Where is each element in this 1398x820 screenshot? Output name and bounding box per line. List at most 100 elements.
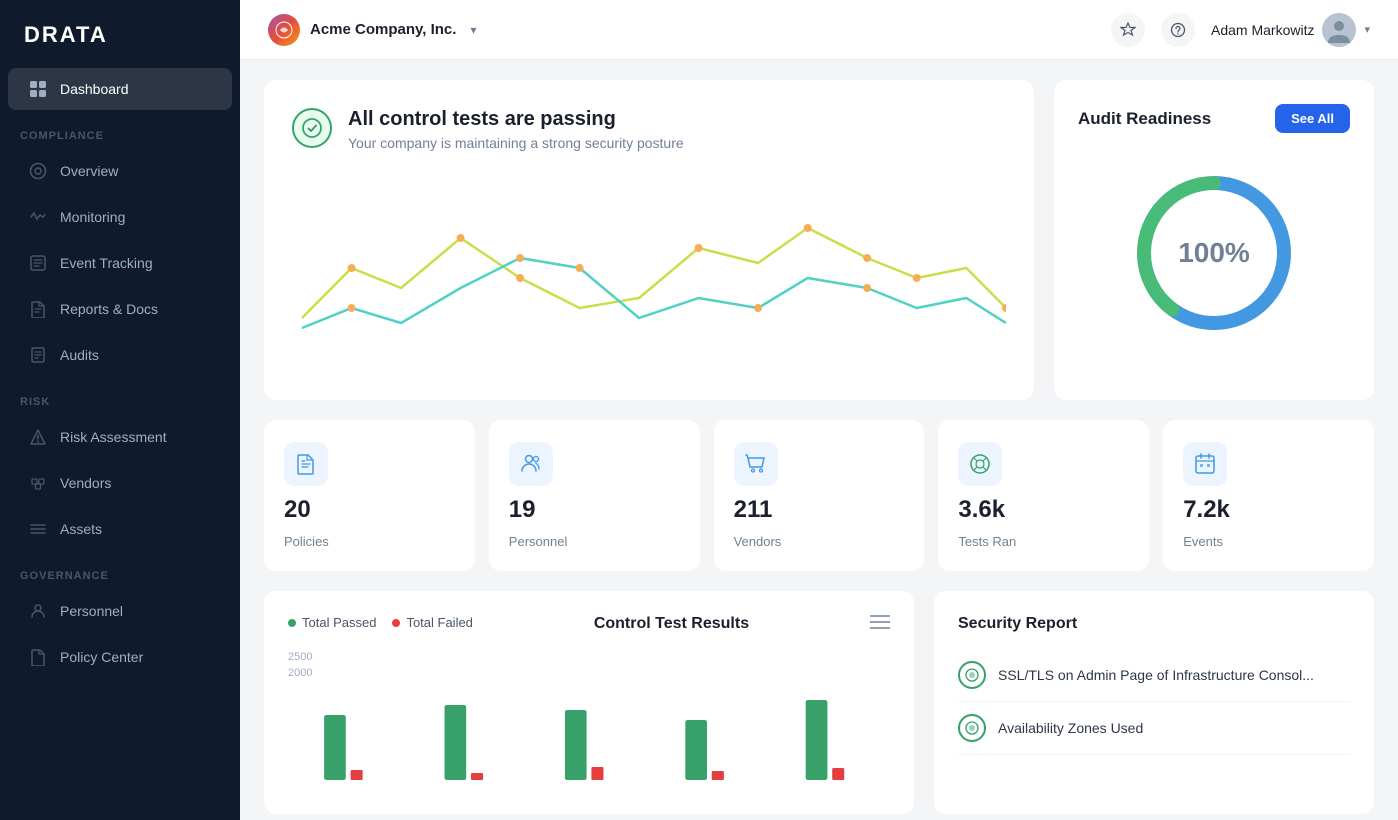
y-label-2500: 2500 — [288, 651, 312, 663]
policy-center-icon — [28, 647, 48, 667]
bottom-row: Total Passed Total Failed Control Test R… — [264, 591, 1374, 814]
sidebar-item-label: Assets — [60, 521, 102, 537]
policies-icon-wrap — [284, 442, 328, 486]
control-text: All control tests are passing Your compa… — [348, 108, 684, 151]
sidebar-item-audits[interactable]: Audits — [8, 334, 232, 376]
sidebar-item-label: Audits — [60, 347, 99, 363]
header: Acme Company, Inc. ▾ Adam Markowitz — [240, 0, 1398, 60]
stats-row: 20 Policies 19 Personnel — [264, 420, 1374, 571]
monitoring-icon — [28, 207, 48, 227]
legend-passed: Total Passed — [288, 615, 376, 630]
security-item-label-0: SSL/TLS on Admin Page of Infrastructure … — [998, 667, 1314, 683]
dashboard-icon — [28, 79, 48, 99]
security-status-icon-1 — [958, 714, 986, 742]
y-axis-labels: 2500 — [288, 651, 890, 663]
bar-chart-svg — [288, 695, 890, 785]
risk-section-label: RISK — [0, 378, 240, 414]
failed-dot — [392, 619, 400, 627]
reports-docs-icon — [28, 299, 48, 319]
user-name: Adam Markowitz — [1211, 22, 1314, 38]
personnel-value: 19 — [509, 496, 536, 524]
menu-icon[interactable] — [870, 615, 890, 634]
sidebar-item-label: Personnel — [60, 603, 123, 619]
user-avatar — [1322, 13, 1356, 47]
company-name: Acme Company, Inc. — [310, 21, 456, 38]
event-tracking-icon — [28, 253, 48, 273]
company-logo — [268, 14, 300, 46]
sidebar-item-overview[interactable]: Overview — [8, 150, 232, 192]
assets-icon — [28, 519, 48, 539]
governance-section-label: GOVERNANCE — [0, 552, 240, 588]
sidebar-item-risk-assessment[interactable]: Risk Assessment — [8, 416, 232, 458]
tests-ran-label: Tests Ran — [958, 534, 1016, 549]
app-logo: DRATA — [0, 0, 240, 66]
y-axis-labels-2: 2000 — [288, 667, 890, 679]
security-report-title: Security Report — [958, 615, 1350, 633]
sidebar-item-label: Overview — [60, 163, 118, 179]
personnel-label: Personnel — [509, 534, 568, 549]
compliance-section-label: COMPLIANCE — [0, 112, 240, 148]
vendors-value: 211 — [734, 496, 773, 524]
tests-ran-icon-wrap — [958, 442, 1002, 486]
sidebar-item-vendors[interactable]: Vendors — [8, 462, 232, 504]
notifications-button[interactable] — [1111, 13, 1145, 47]
events-value: 7.2k — [1183, 496, 1230, 524]
security-item-1: Availability Zones Used — [958, 702, 1350, 755]
header-right: Adam Markowitz ▾ — [1111, 13, 1370, 47]
security-item-0: SSL/TLS on Admin Page of Infrastructure … — [958, 649, 1350, 702]
tests-ran-value: 3.6k — [958, 496, 1005, 524]
y-label-2000: 2000 — [288, 667, 312, 679]
company-chevron-icon[interactable]: ▾ — [470, 23, 476, 37]
sidebar-item-label: Dashboard — [60, 81, 129, 97]
events-icon-wrap — [1183, 442, 1227, 486]
vendors-icon — [28, 473, 48, 493]
user-chevron-icon: ▾ — [1364, 23, 1370, 36]
sidebar-item-policy-center[interactable]: Policy Center — [8, 636, 232, 678]
overview-icon — [28, 161, 48, 181]
line-chart — [292, 178, 1006, 348]
cr-header-row: Total Passed Total Failed Control Test R… — [288, 615, 890, 643]
sidebar: DRATA Dashboard COMPLIANCE Overview — [0, 0, 240, 820]
sidebar-item-label: Policy Center — [60, 649, 143, 665]
sidebar-item-label: Monitoring — [60, 209, 125, 225]
legend-failed: Total Failed — [392, 615, 472, 630]
stat-card-events: 7.2k Events — [1163, 420, 1374, 571]
stat-card-vendors: 211 Vendors — [714, 420, 925, 571]
control-header: All control tests are passing Your compa… — [292, 108, 1006, 158]
stat-card-tests-ran: 3.6k Tests Ran — [938, 420, 1149, 571]
risk-assessment-icon — [28, 427, 48, 447]
policies-value: 20 — [284, 496, 311, 524]
policies-label: Policies — [284, 534, 329, 549]
sidebar-item-dashboard[interactable]: Dashboard — [8, 68, 232, 110]
control-tests-card: All control tests are passing Your compa… — [264, 80, 1034, 400]
stat-card-policies: 20 Policies — [264, 420, 475, 571]
sidebar-item-personnel[interactable]: Personnel — [8, 590, 232, 632]
cr-title-text: Control Test Results — [594, 615, 749, 633]
vendors-label: Vendors — [734, 534, 782, 549]
audit-percentage: 100% — [1178, 237, 1250, 269]
security-status-icon-0 — [958, 661, 986, 689]
events-label: Events — [1183, 534, 1223, 549]
sidebar-item-reports-docs[interactable]: Reports & Docs — [8, 288, 232, 330]
legend-failed-label: Total Failed — [406, 615, 472, 630]
legend: Total Passed Total Failed — [288, 615, 473, 630]
help-button[interactable] — [1161, 13, 1195, 47]
sidebar-item-monitoring[interactable]: Monitoring — [8, 196, 232, 238]
cr-title: Control Test Results — [594, 615, 749, 643]
bar-chart-area: 2500 2000 — [288, 651, 890, 790]
user-info[interactable]: Adam Markowitz ▾ — [1211, 13, 1370, 47]
header-left: Acme Company, Inc. ▾ — [268, 14, 476, 46]
audit-donut-chart: 100% — [1124, 163, 1304, 343]
legend-passed-label: Total Passed — [302, 615, 376, 630]
see-all-button[interactable]: See All — [1275, 104, 1350, 133]
vendors-icon-wrap — [734, 442, 778, 486]
sidebar-item-event-tracking[interactable]: Event Tracking — [8, 242, 232, 284]
passing-icon — [292, 108, 332, 148]
audit-header: Audit Readiness See All — [1078, 104, 1350, 133]
security-report-card: Security Report SSL/TLS on Admin Page of… — [934, 591, 1374, 814]
audit-readiness-card: Audit Readiness See All 100% — [1054, 80, 1374, 400]
stat-card-personnel: 19 Personnel — [489, 420, 700, 571]
sidebar-item-assets[interactable]: Assets — [8, 508, 232, 550]
content-area: All control tests are passing Your compa… — [240, 60, 1398, 820]
sidebar-item-label: Vendors — [60, 475, 111, 491]
